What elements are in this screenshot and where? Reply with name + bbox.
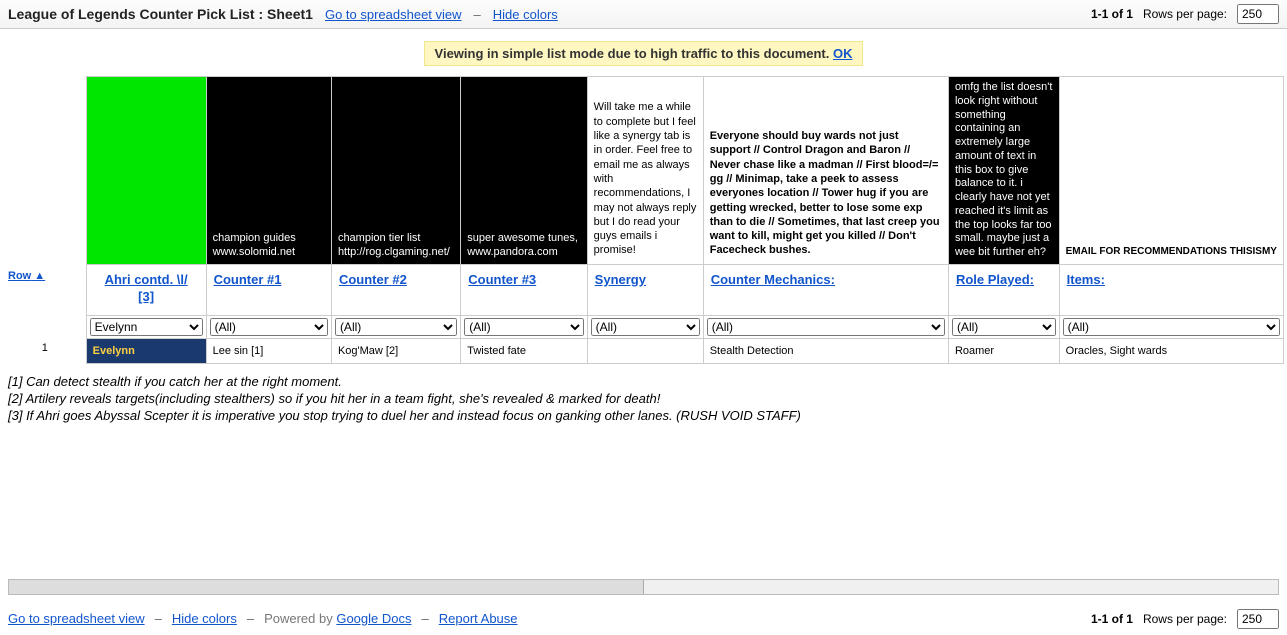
separator: – bbox=[155, 611, 162, 626]
filter-select-counter1[interactable]: (All) bbox=[210, 318, 328, 336]
filter-select-synergy[interactable]: (All) bbox=[591, 318, 700, 336]
sort-asc-icon: ▲ bbox=[34, 270, 45, 282]
filter-row-empty bbox=[4, 315, 86, 338]
bottom-bar-left: Go to spreadsheet view – Hide colors – P… bbox=[8, 611, 518, 626]
cell-items: Oracles, Sight wards bbox=[1059, 338, 1283, 363]
footer-hide-colors-link[interactable]: Hide colors bbox=[172, 611, 237, 626]
cell-counter2: Kog'Maw [2] bbox=[331, 338, 460, 363]
col-head-synergy[interactable]: Synergy bbox=[587, 264, 703, 315]
row-header-label: Row bbox=[8, 270, 31, 282]
footer-page-info: 1-1 of 1 bbox=[1091, 612, 1133, 626]
col-head-ahri[interactable]: Ahri contd. \l/ [3] bbox=[86, 264, 206, 315]
filter-row: Evelynn (All) (All) (All) (All) (All) (A… bbox=[4, 315, 1284, 338]
page-title: League of Legends Counter Pick List : Sh… bbox=[8, 6, 313, 22]
cell-role: Roamer bbox=[948, 338, 1059, 363]
note-row: champion guides www.solomid.net champion… bbox=[4, 77, 1284, 265]
col-head-mechanics-link[interactable]: Counter Mechanics: bbox=[705, 266, 947, 297]
cell-mechanics: Stealth Detection bbox=[703, 338, 948, 363]
filter-select-counter2[interactable]: (All) bbox=[335, 318, 457, 336]
col-head-synergy-link[interactable]: Synergy bbox=[589, 266, 702, 297]
cell-counter1: Lee sin [1] bbox=[206, 338, 331, 363]
goto-spreadsheet-link[interactable]: Go to spreadsheet view bbox=[325, 7, 462, 22]
col-head-ahri-link[interactable]: Ahri contd. \l/ bbox=[88, 266, 205, 289]
row-header[interactable]: Row ▲ bbox=[4, 264, 86, 315]
row-number: 1 bbox=[4, 338, 86, 363]
grid: champion guides www.solomid.net champion… bbox=[0, 76, 1287, 364]
col-head-counter1-link[interactable]: Counter #1 bbox=[208, 266, 330, 297]
footer-goto-spreadsheet-link[interactable]: Go to spreadsheet view bbox=[8, 611, 145, 626]
col-head-counter3-link[interactable]: Counter #3 bbox=[462, 266, 585, 297]
cell-champion: Evelynn bbox=[86, 338, 206, 363]
separator: – bbox=[247, 611, 254, 626]
col-head-mechanics[interactable]: Counter Mechanics: bbox=[703, 264, 948, 315]
green-cell bbox=[86, 77, 206, 265]
black-cell-pandora: super awesome tunes, www.pandora.com bbox=[461, 77, 587, 265]
filter-select-counter3[interactable]: (All) bbox=[464, 318, 583, 336]
separator: – bbox=[422, 611, 429, 626]
black-cell-guides: champion guides www.solomid.net bbox=[206, 77, 331, 265]
footnote-3: [3] If Ahri goes Abyssal Scepter it is i… bbox=[8, 408, 1279, 423]
hide-colors-link[interactable]: Hide colors bbox=[493, 7, 558, 22]
footer-rows-per-page-label: Rows per page: bbox=[1143, 612, 1227, 626]
black-cell-tierlist: champion tier list http://rog.clgaming.n… bbox=[331, 77, 460, 265]
col-head-counter2[interactable]: Counter #2 bbox=[331, 264, 460, 315]
notice-text: Viewing in simple list mode due to high … bbox=[435, 46, 833, 61]
col-head-items[interactable]: Items: bbox=[1059, 264, 1283, 315]
bottom-bar: Go to spreadsheet view – Hide colors – P… bbox=[0, 603, 1287, 635]
google-docs-link[interactable]: Google Docs bbox=[336, 611, 411, 626]
col-head-items-link[interactable]: Items: bbox=[1061, 266, 1282, 297]
powered-by-label: Powered by bbox=[264, 611, 336, 626]
filter-select-champion[interactable]: Evelynn bbox=[90, 318, 203, 336]
col-head-role-link[interactable]: Role Played: bbox=[950, 266, 1058, 297]
black-cell-omfg: omfg the list doesn't look right without… bbox=[948, 77, 1059, 265]
separator: – bbox=[474, 7, 481, 22]
page-info: 1-1 of 1 bbox=[1091, 7, 1133, 21]
notice-ok-link[interactable]: OK bbox=[833, 46, 853, 61]
scrollbar-thumb[interactable] bbox=[9, 580, 644, 594]
cell-counter3: Twisted fate bbox=[461, 338, 587, 363]
column-header-row: Row ▲ Ahri contd. \l/ [3] Counter #1 Cou… bbox=[4, 264, 1284, 315]
col-head-counter2-link[interactable]: Counter #2 bbox=[333, 266, 459, 297]
note-cell-synergy: Will take me a while to complete but I f… bbox=[587, 77, 703, 265]
top-bar: League of Legends Counter Pick List : Sh… bbox=[0, 0, 1287, 29]
col-head-counter1[interactable]: Counter #1 bbox=[206, 264, 331, 315]
col-head-ahri-text: Ahri contd. \l/ bbox=[105, 272, 188, 287]
notice: Viewing in simple list mode due to high … bbox=[424, 41, 864, 66]
footnote-2: [2] Artilery reveals targets(including s… bbox=[8, 391, 1279, 406]
filter-select-role[interactable]: (All) bbox=[952, 318, 1056, 336]
powered-by: Powered by Google Docs bbox=[264, 611, 411, 626]
cell-synergy bbox=[587, 338, 703, 363]
footer-rows-per-page-input[interactable] bbox=[1237, 609, 1279, 629]
col-head-role[interactable]: Role Played: bbox=[948, 264, 1059, 315]
top-bar-right: 1-1 of 1 Rows per page: bbox=[1091, 4, 1279, 24]
footnote-1: [1] Can detect stealth if you catch her … bbox=[8, 374, 1279, 389]
footnotes: [1] Can detect stealth if you catch her … bbox=[0, 364, 1287, 429]
report-abuse-link[interactable]: Report Abuse bbox=[439, 611, 518, 626]
notice-bar: Viewing in simple list mode due to high … bbox=[0, 29, 1287, 76]
filter-select-items[interactable]: (All) bbox=[1063, 318, 1280, 336]
rows-per-page-input[interactable] bbox=[1237, 4, 1279, 24]
col-head-counter3[interactable]: Counter #3 bbox=[461, 264, 587, 315]
filter-select-mechanics[interactable]: (All) bbox=[707, 318, 945, 336]
note-cell-email: EMAIL FOR RECOMMENDATIONS THISISMY bbox=[1059, 77, 1283, 265]
note-row-empty bbox=[4, 77, 86, 265]
col-head-ahri-note[interactable]: [3] bbox=[88, 289, 205, 314]
rows-per-page-label: Rows per page: bbox=[1143, 7, 1227, 21]
bottom-bar-right: 1-1 of 1 Rows per page: bbox=[1091, 609, 1279, 629]
data-row: 1 Evelynn Lee sin [1] Kog'Maw [2] Twiste… bbox=[4, 338, 1284, 363]
note-cell-mechanics: Everyone should buy wards not just suppo… bbox=[703, 77, 948, 265]
top-bar-left: League of Legends Counter Pick List : Sh… bbox=[8, 6, 558, 22]
horizontal-scrollbar[interactable] bbox=[8, 579, 1279, 595]
